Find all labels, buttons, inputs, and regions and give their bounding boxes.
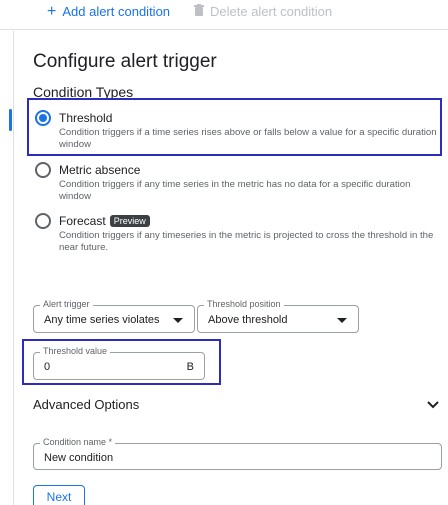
condition-type-metric-absence[interactable]: Metric absence Condition triggers if any… (35, 160, 440, 205)
threshold-label: Threshold (59, 111, 113, 125)
active-step-indicator (9, 109, 12, 131)
condition-type-forecast[interactable]: Forecast Preview Condition triggers if an… (35, 211, 440, 256)
threshold-value-text: 0 (44, 361, 51, 373)
threshold-description: Condition triggers if a time series rise… (59, 127, 437, 150)
add-alert-condition-button[interactable]: + Add alert condition (47, 2, 171, 20)
chevron-down-icon[interactable] (426, 399, 440, 411)
page-title: Configure alert trigger (33, 51, 217, 72)
next-button[interactable]: Next (33, 485, 85, 505)
dropdown-arrow-icon (173, 318, 183, 323)
forecast-label-row: Forecast Preview (59, 214, 150, 228)
condition-type-threshold[interactable]: Threshold Condition triggers if a time s… (35, 108, 440, 153)
delete-alert-condition-label: Delete alert condition (210, 4, 333, 19)
forecast-label: Forecast (59, 214, 106, 228)
threshold-radio[interactable] (35, 110, 51, 126)
forecast-description: Condition triggers if any timeseries in … (59, 230, 434, 253)
threshold-position-label: Threshold position (204, 299, 284, 309)
condition-name-label: Condition name * (40, 437, 116, 447)
threshold-unit: B (186, 361, 194, 373)
forecast-radio[interactable] (35, 213, 51, 229)
metric-absence-radio[interactable] (35, 162, 51, 178)
advanced-options-heading: Advanced Options (33, 397, 140, 412)
toolbar: + Add alert condition Delete alert condi… (0, 0, 448, 30)
left-rail (0, 31, 14, 505)
threshold-value-input[interactable]: Threshold value 0 B (33, 346, 205, 380)
threshold-value-label: Threshold value (40, 346, 111, 356)
metric-absence-label: Metric absence (59, 163, 141, 177)
threshold-position-value: Above threshold (208, 314, 288, 326)
plus-icon: + (47, 2, 57, 20)
dropdown-arrow-icon (337, 318, 347, 323)
metric-absence-description: Condition triggers if any time series in… (59, 179, 411, 202)
trash-icon (194, 4, 204, 19)
threshold-position-select[interactable]: Threshold position Above threshold (197, 299, 359, 333)
alert-trigger-value: Any time series violates (44, 314, 160, 326)
alert-trigger-label: Alert trigger (40, 299, 93, 309)
add-alert-condition-label: Add alert condition (62, 4, 171, 19)
preview-badge: Preview (109, 215, 150, 227)
condition-name-input[interactable]: Condition name * New condition (33, 437, 442, 470)
delete-alert-condition-button[interactable]: Delete alert condition (194, 4, 332, 19)
condition-name-value: New condition (44, 452, 114, 464)
alert-trigger-select[interactable]: Alert trigger Any time series violates (33, 299, 195, 333)
